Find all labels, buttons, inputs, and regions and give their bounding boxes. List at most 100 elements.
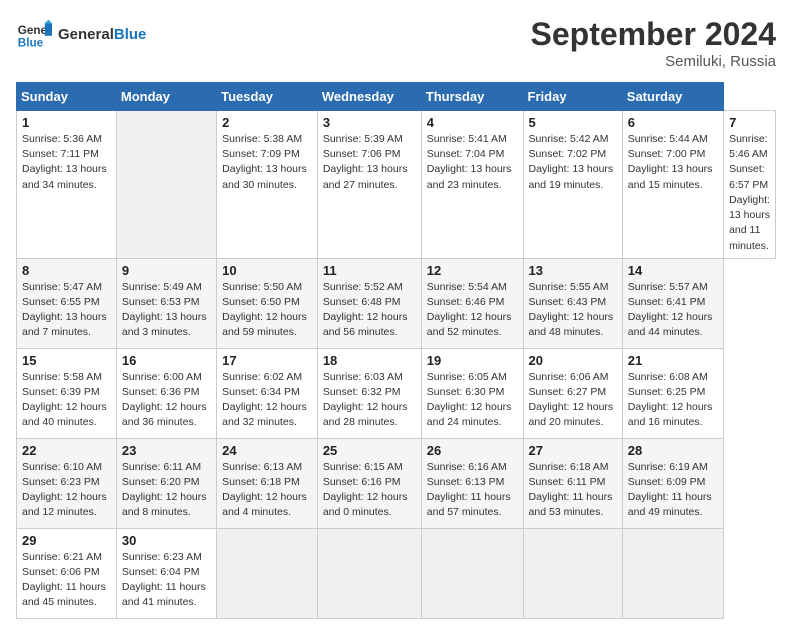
- calendar-cell: 28 Sunrise: 6:19 AMSunset: 6:09 PMDayligh…: [622, 438, 723, 528]
- calendar-week-3: 22 Sunrise: 6:10 AMSunset: 6:23 PMDayligh…: [17, 438, 776, 528]
- logo: General Blue GeneralBlue: [16, 16, 146, 52]
- weekday-header-tuesday: Tuesday: [217, 83, 318, 111]
- calendar-cell: 19 Sunrise: 6:05 AMSunset: 6:30 PMDayligh…: [421, 348, 523, 438]
- calendar-cell: 20 Sunrise: 6:06 AMSunset: 6:27 PMDayligh…: [523, 348, 622, 438]
- weekday-header-row: SundayMondayTuesdayWednesdayThursdayFrid…: [17, 83, 776, 111]
- day-info: Sunrise: 5:39 AMSunset: 7:06 PMDaylight:…: [323, 132, 416, 193]
- day-info: Sunrise: 6:13 AMSunset: 6:18 PMDaylight:…: [222, 460, 312, 521]
- page-header: General Blue GeneralBlue September 2024 …: [16, 16, 776, 70]
- calendar-cell: 29 Sunrise: 6:21 AMSunset: 6:06 PMDayligh…: [17, 528, 117, 618]
- day-number: 22: [22, 443, 111, 458]
- day-number: 21: [628, 353, 718, 368]
- calendar-cell: 16 Sunrise: 6:00 AMSunset: 6:36 PMDayligh…: [116, 348, 216, 438]
- calendar-cell: 14 Sunrise: 5:57 AMSunset: 6:41 PMDayligh…: [622, 258, 723, 348]
- calendar-cell: 12Sunrise: 5:54 AMSunset: 6:46 PMDayligh…: [421, 258, 523, 348]
- day-number: 3: [323, 115, 416, 130]
- calendar-week-4: 29 Sunrise: 6:21 AMSunset: 6:06 PMDayligh…: [17, 528, 776, 618]
- calendar-cell: [622, 528, 723, 618]
- calendar-cell: [116, 111, 216, 259]
- day-info: Sunrise: 6:15 AMSunset: 6:16 PMDaylight:…: [323, 460, 416, 521]
- day-number: 11: [323, 263, 416, 278]
- day-number: 13: [529, 263, 617, 278]
- calendar-cell: [523, 528, 622, 618]
- day-number: 12: [427, 263, 518, 278]
- weekday-header-sunday: Sunday: [17, 83, 117, 111]
- weekday-header-friday: Friday: [523, 83, 622, 111]
- weekday-header-thursday: Thursday: [421, 83, 523, 111]
- day-info: Sunrise: 5:50 AMSunset: 6:50 PMDaylight:…: [222, 280, 312, 341]
- weekday-header-monday: Monday: [116, 83, 216, 111]
- day-number: 28: [628, 443, 718, 458]
- day-info: Sunrise: 5:42 AMSunset: 7:02 PMDaylight:…: [529, 132, 617, 193]
- day-info: Sunrise: 6:18 AMSunset: 6:11 PMDaylight:…: [529, 460, 617, 521]
- weekday-header-wednesday: Wednesday: [317, 83, 421, 111]
- calendar-cell: 21 Sunrise: 6:08 AMSunset: 6:25 PMDayligh…: [622, 348, 723, 438]
- calendar-table: SundayMondayTuesdayWednesdayThursdayFrid…: [16, 82, 776, 619]
- calendar-cell: [217, 528, 318, 618]
- day-number: 1: [22, 115, 111, 130]
- day-info: Sunrise: 6:10 AMSunset: 6:23 PMDaylight:…: [22, 460, 111, 521]
- day-info: Sunrise: 5:46 AMSunset: 6:57 PMDaylight:…: [729, 132, 770, 254]
- calendar-cell: 6Sunrise: 5:44 AMSunset: 7:00 PMDaylight…: [622, 111, 723, 259]
- calendar-cell: 4Sunrise: 5:41 AMSunset: 7:04 PMDaylight…: [421, 111, 523, 259]
- day-info: Sunrise: 6:06 AMSunset: 6:27 PMDaylight:…: [529, 370, 617, 431]
- location: Semiluki, Russia: [531, 53, 776, 70]
- calendar-cell: 26 Sunrise: 6:16 AMSunset: 6:13 PMDayligh…: [421, 438, 523, 528]
- day-info: Sunrise: 6:19 AMSunset: 6:09 PMDaylight:…: [628, 460, 718, 521]
- day-info: Sunrise: 5:36 AMSunset: 7:11 PMDaylight:…: [22, 132, 111, 193]
- day-number: 7: [729, 115, 770, 130]
- day-info: Sunrise: 6:05 AMSunset: 6:30 PMDaylight:…: [427, 370, 518, 431]
- calendar-cell: 15 Sunrise: 5:58 AMSunset: 6:39 PMDayligh…: [17, 348, 117, 438]
- calendar-cell: 9Sunrise: 5:49 AMSunset: 6:53 PMDaylight…: [116, 258, 216, 348]
- day-number: 4: [427, 115, 518, 130]
- day-number: 9: [122, 263, 211, 278]
- day-info: Sunrise: 6:16 AMSunset: 6:13 PMDaylight:…: [427, 460, 518, 521]
- calendar-cell: 13Sunrise: 5:55 AMSunset: 6:43 PMDayligh…: [523, 258, 622, 348]
- calendar-cell: [317, 528, 421, 618]
- logo-icon: General Blue: [16, 16, 52, 52]
- day-number: 8: [22, 263, 111, 278]
- day-number: 15: [22, 353, 111, 368]
- calendar-cell: 30Sunrise: 6:23 AMSunset: 6:04 PMDayligh…: [116, 528, 216, 618]
- day-info: Sunrise: 6:08 AMSunset: 6:25 PMDaylight:…: [628, 370, 718, 431]
- day-info: Sunrise: 6:11 AMSunset: 6:20 PMDaylight:…: [122, 460, 211, 521]
- day-number: 30: [122, 533, 211, 548]
- day-number: 29: [22, 533, 111, 548]
- day-number: 14: [628, 263, 718, 278]
- calendar-cell: 23 Sunrise: 6:11 AMSunset: 6:20 PMDayligh…: [116, 438, 216, 528]
- calendar-cell: 11 Sunrise: 5:52 AMSunset: 6:48 PMDayligh…: [317, 258, 421, 348]
- day-number: 5: [529, 115, 617, 130]
- day-number: 17: [222, 353, 312, 368]
- calendar-cell: 17 Sunrise: 6:02 AMSunset: 6:34 PMDayligh…: [217, 348, 318, 438]
- day-number: 16: [122, 353, 211, 368]
- calendar-cell: 27 Sunrise: 6:18 AMSunset: 6:11 PMDayligh…: [523, 438, 622, 528]
- calendar-cell: 5 Sunrise: 5:42 AMSunset: 7:02 PMDaylight…: [523, 111, 622, 259]
- day-info: Sunrise: 6:02 AMSunset: 6:34 PMDaylight:…: [222, 370, 312, 431]
- day-number: 6: [628, 115, 718, 130]
- calendar-cell: 1 Sunrise: 5:36 AMSunset: 7:11 PMDaylight…: [17, 111, 117, 259]
- svg-text:Blue: Blue: [18, 37, 44, 50]
- day-info: Sunrise: 5:58 AMSunset: 6:39 PMDaylight:…: [22, 370, 111, 431]
- day-info: Sunrise: 5:57 AMSunset: 6:41 PMDaylight:…: [628, 280, 718, 341]
- day-number: 26: [427, 443, 518, 458]
- day-number: 24: [222, 443, 312, 458]
- calendar-cell: 25Sunrise: 6:15 AMSunset: 6:16 PMDayligh…: [317, 438, 421, 528]
- calendar-cell: 3 Sunrise: 5:39 AMSunset: 7:06 PMDaylight…: [317, 111, 421, 259]
- day-info: Sunrise: 5:52 AMSunset: 6:48 PMDaylight:…: [323, 280, 416, 341]
- day-info: Sunrise: 6:21 AMSunset: 6:06 PMDaylight:…: [22, 550, 111, 611]
- day-info: Sunrise: 6:03 AMSunset: 6:32 PMDaylight:…: [323, 370, 416, 431]
- calendar-cell: 8 Sunrise: 5:47 AMSunset: 6:55 PMDaylight…: [17, 258, 117, 348]
- day-info: Sunrise: 5:47 AMSunset: 6:55 PMDaylight:…: [22, 280, 111, 341]
- day-number: 23: [122, 443, 211, 458]
- title-block: September 2024 Semiluki, Russia: [531, 16, 776, 70]
- calendar-cell: 22 Sunrise: 6:10 AMSunset: 6:23 PMDayligh…: [17, 438, 117, 528]
- calendar-cell: 10 Sunrise: 5:50 AMSunset: 6:50 PMDayligh…: [217, 258, 318, 348]
- day-number: 20: [529, 353, 617, 368]
- calendar-week-1: 8 Sunrise: 5:47 AMSunset: 6:55 PMDaylight…: [17, 258, 776, 348]
- logo-text: GeneralBlue: [58, 26, 146, 43]
- day-info: Sunrise: 6:00 AMSunset: 6:36 PMDaylight:…: [122, 370, 211, 431]
- day-info: Sunrise: 5:38 AMSunset: 7:09 PMDaylight:…: [222, 132, 312, 193]
- day-number: 19: [427, 353, 518, 368]
- day-number: 27: [529, 443, 617, 458]
- day-number: 10: [222, 263, 312, 278]
